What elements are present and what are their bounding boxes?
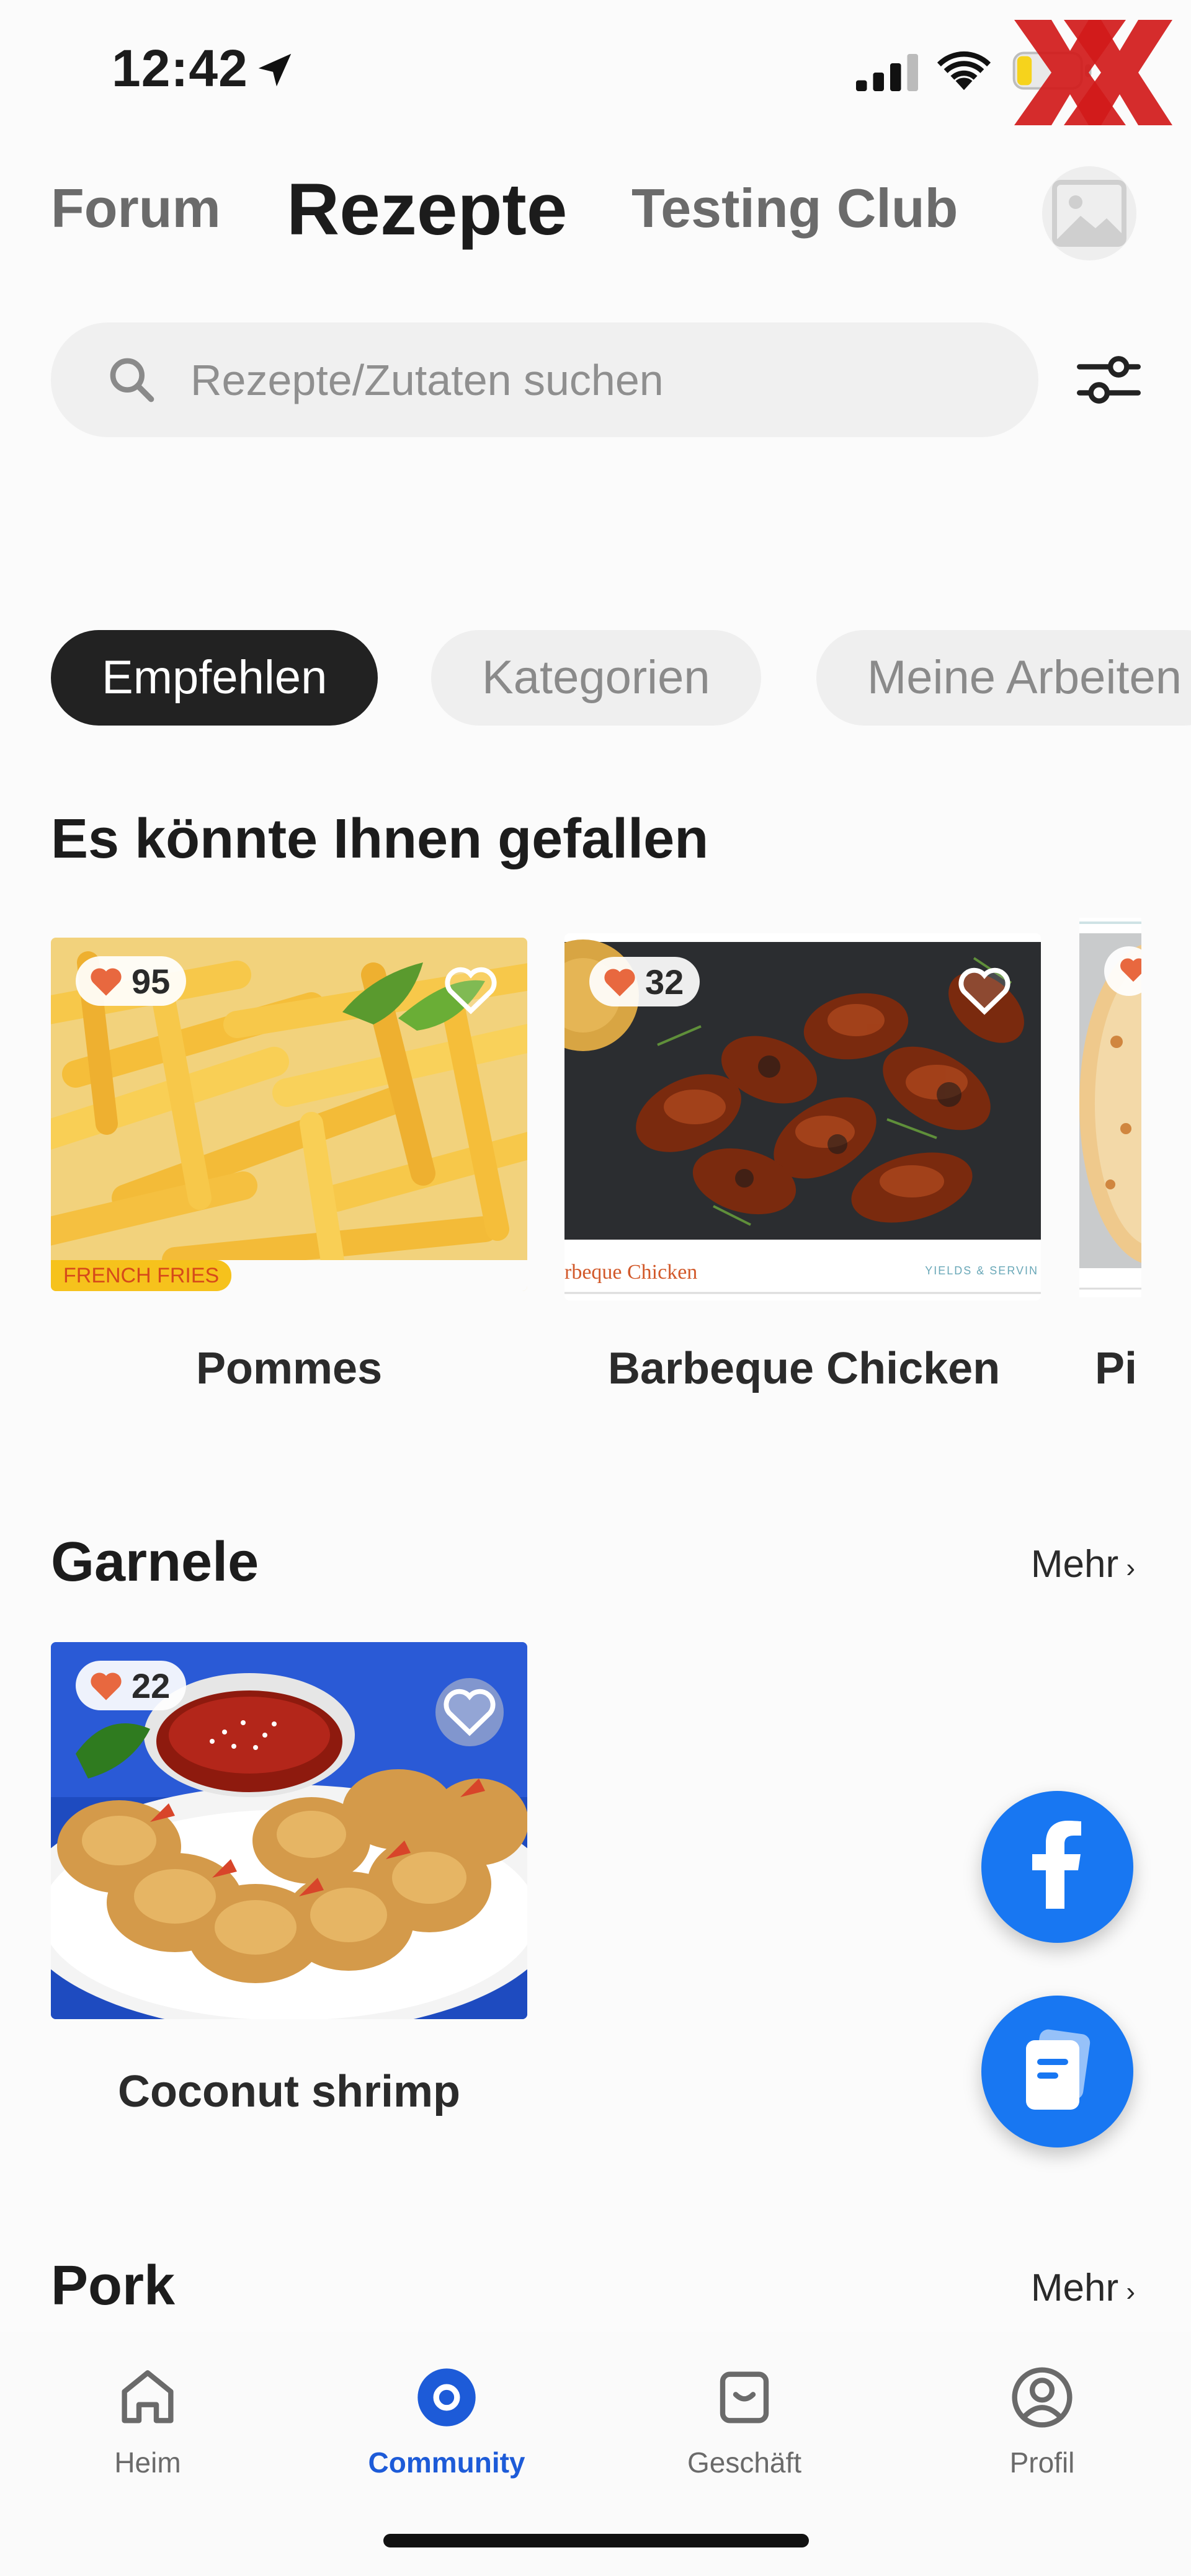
recipe-card-title[interactable]: Barbeque Chicken [608,1343,1000,1394]
heart-outline-icon [444,1689,496,1736]
recipe-card-title[interactable]: Coconut shrimp [118,2066,460,2117]
shop-bag-icon [720,2371,769,2423]
home-indicator [383,2534,809,2547]
chip-meine-arbeiten[interactable]: Meine Arbeiten [816,630,1191,726]
nav-label: Heim [114,2446,181,2479]
like-count: 32 [645,962,684,1002]
heart-outline-icon [445,967,497,1015]
like-count-badge: 32 [589,957,700,1006]
recipe-card-image[interactable]: 22 [51,1642,527,2019]
section-title-pork: Pork [51,2255,176,2317]
section-title-recommended: Es könnte Ihnen gefallen [51,808,709,870]
nav-item-profil[interactable]: Profil [949,2363,1135,2479]
nav-item-heim[interactable]: Heim [55,2363,241,2479]
image-caption-right: YIELDS & SERVIN [925,1264,1038,1277]
recipe-card-image[interactable]: 32 rbeque Chicken YIELDS & SERVIN [564,933,1041,1300]
home-icon [122,2370,174,2423]
nav-label: Community [368,2446,525,2479]
heart-filled-icon [604,969,635,997]
wifi-icon [937,51,991,91]
filter-sliders-icon[interactable] [1076,350,1141,409]
search-bar[interactable] [51,322,1038,437]
heart-filled-icon [91,968,122,996]
heart-filled-icon [91,1672,122,1700]
status-time: 12:42 [112,39,248,97]
nav-item-community[interactable]: Community [354,2363,540,2479]
tab-forum[interactable]: Forum [51,177,221,240]
heart-outline-icon [958,967,1010,1015]
recipe-card-title[interactable]: Pi [1095,1343,1141,1394]
recipe-card-title[interactable]: Pommes [196,1343,382,1394]
watermark-logo [1014,20,1172,125]
location-arrow-icon [258,53,292,87]
image-caption-text: rbeque Chicken [564,1261,698,1284]
more-link-label: Mehr [1030,1543,1119,1586]
favorite-button[interactable] [437,956,505,1024]
nav-label: Profil [1009,2446,1075,2479]
recipe-card-image[interactable] [1079,918,1141,1297]
profile-icon [1012,2367,1073,2428]
favorite-button[interactable] [435,1678,504,1746]
chevron-right-icon: › [1118,1553,1135,1583]
avatar[interactable] [1042,166,1136,260]
more-link-label: Mehr [1030,2267,1119,2309]
like-count: 95 [132,961,171,1001]
note-icon [1026,2029,1091,2110]
facebook-icon [1032,1821,1081,1909]
section-title-garnele: Garnele [51,1531,259,1593]
cellular-signal-icon [856,54,918,91]
post-note-button[interactable] [981,1996,1133,2147]
recipe-card-image[interactable]: 95 FRENCH FRIES [51,938,527,1291]
tab-rezepte[interactable]: Rezepte [287,167,567,252]
chip-kategorien[interactable]: Kategorien [431,630,761,726]
image-caption-tag: FRENCH FRIES [51,1260,232,1291]
more-link-garnele[interactable]: Mehr › [1031,1542,1135,1586]
like-count: 22 [132,1666,171,1705]
nav-item-geschaeft[interactable]: Geschäft [651,2363,837,2479]
nav-label: Geschäft [687,2446,802,2479]
search-icon [110,358,154,402]
like-count-badge: 95 [76,956,187,1006]
favorite-button[interactable] [950,957,1019,1025]
status-bar: 12:42 [0,0,1191,143]
tab-testing-club[interactable]: Testing Club [631,177,958,240]
facebook-share-button[interactable] [981,1791,1133,1943]
more-link-pork[interactable]: Mehr › [1031,2266,1135,2310]
chip-empfehlen[interactable]: Empfehlen [51,630,378,726]
heart-filled-icon [1120,958,1141,982]
chevron-right-icon: › [1118,2276,1135,2307]
search-input[interactable] [190,322,997,437]
like-count-badge: 22 [76,1661,187,1710]
image-placeholder-icon [1052,180,1126,247]
community-icon [417,2368,476,2427]
